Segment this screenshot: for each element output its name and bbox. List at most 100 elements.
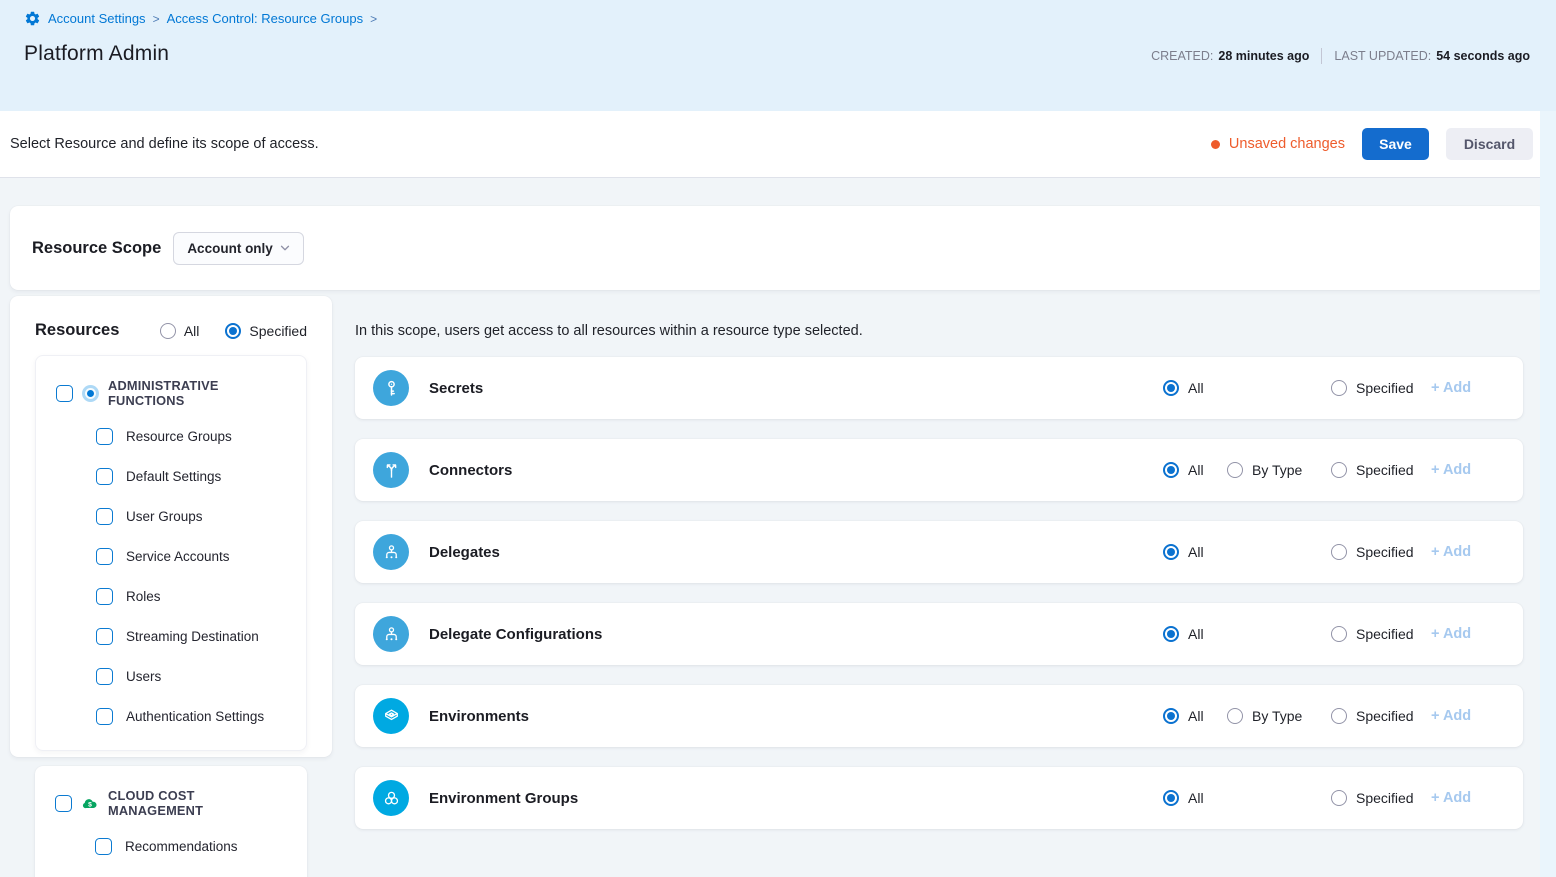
add-link[interactable]: + Add	[1431, 380, 1497, 396]
resource-tree-item: Resource Groups	[96, 416, 286, 456]
action-toolbar: Select Resource and define its scope of …	[0, 111, 1556, 178]
radio-button[interactable]	[1331, 462, 1347, 478]
updated-value: 54 seconds ago	[1436, 49, 1530, 63]
breadcrumb-access-control[interactable]: Access Control: Resource Groups	[167, 11, 364, 26]
breadcrumb-separator: >	[153, 12, 160, 26]
radio-button[interactable]	[1163, 380, 1179, 396]
item-checkbox[interactable]	[96, 548, 113, 565]
scrollbar-track[interactable]	[1540, 111, 1556, 877]
add-link[interactable]: + Add	[1431, 790, 1497, 806]
item-checkbox[interactable]	[96, 428, 113, 445]
environment-group-icon	[373, 780, 409, 816]
option-specified[interactable]: Specified	[1331, 462, 1431, 478]
item-checkbox[interactable]	[96, 588, 113, 605]
radio-button[interactable]	[1331, 708, 1347, 724]
resource-tree-item: Service Accounts	[96, 536, 286, 576]
resource-type-name: Connectors	[429, 462, 512, 479]
option-all[interactable]: All	[1163, 544, 1227, 560]
resource-type-row: Secrets All Specified+ Add	[355, 357, 1523, 419]
radio-button[interactable]	[1227, 462, 1243, 478]
radio-button[interactable]	[1331, 380, 1347, 396]
environment-icon	[373, 698, 409, 734]
radio-button[interactable]	[1163, 708, 1179, 724]
radio-label: All	[1188, 544, 1204, 560]
radio-label: All	[1188, 380, 1204, 396]
resource-scope-label: Resource Scope	[32, 239, 161, 258]
updated-label: LAST UPDATED:	[1334, 49, 1431, 63]
item-checkbox[interactable]	[96, 668, 113, 685]
resource-tree-item: Recommendations	[95, 826, 287, 866]
resource-type-row: Delegate Configurations All Specified+ Add	[355, 603, 1523, 665]
item-checkbox[interactable]	[95, 838, 112, 855]
breadcrumb-account-settings[interactable]: Account Settings	[48, 11, 146, 26]
scope-options: All By Type Specified+ Add	[1163, 462, 1497, 478]
radio-button[interactable]	[1163, 790, 1179, 806]
admin-functions-icon	[82, 385, 99, 402]
option-specified[interactable]: Specified	[1331, 626, 1431, 642]
chevron-down-icon	[278, 241, 292, 255]
meta-divider	[1321, 48, 1322, 64]
radio-button[interactable]	[1163, 462, 1179, 478]
resource-item-label: Recommendations	[125, 839, 238, 854]
radio-button[interactable]	[1331, 626, 1347, 642]
resources-option-specified[interactable]: Specified	[225, 323, 307, 339]
resource-tree-item: Anomalies	[95, 866, 287, 877]
option-all[interactable]: All	[1163, 462, 1227, 478]
option-all[interactable]: All	[1163, 626, 1227, 642]
save-button[interactable]: Save	[1362, 128, 1429, 160]
resource-type-name: Delegate Configurations	[429, 626, 602, 643]
scope-options: All Specified+ Add	[1163, 626, 1497, 642]
resource-tree-item: Streaming Destination	[96, 616, 286, 656]
resource-type-name: Secrets	[429, 380, 483, 397]
option-by-type[interactable]: By Type	[1227, 708, 1331, 724]
add-link[interactable]: + Add	[1431, 544, 1497, 560]
radio-button[interactable]	[1163, 626, 1179, 642]
unsaved-changes-indicator: Unsaved changes	[1211, 136, 1345, 152]
radio-button[interactable]	[1331, 790, 1347, 806]
add-link[interactable]: + Add	[1431, 462, 1497, 478]
cloud-dollar-icon: $	[81, 794, 99, 812]
option-specified[interactable]: Specified	[1331, 380, 1431, 396]
resource-type-row: EnvironmentsAllBy TypeSpecified+ Add	[355, 685, 1523, 747]
resource-item-label: Authentication Settings	[126, 709, 264, 724]
add-link[interactable]: + Add	[1431, 708, 1497, 724]
option-specified[interactable]: Specified	[1331, 790, 1431, 806]
radio-button[interactable]	[1163, 544, 1179, 560]
radio-button[interactable]	[225, 323, 241, 339]
option-by-type[interactable]: By Type	[1227, 462, 1331, 478]
option-specified[interactable]: Specified	[1331, 544, 1431, 560]
radio-button[interactable]	[1331, 544, 1347, 560]
item-checkbox[interactable]	[96, 468, 113, 485]
option-all[interactable]: All	[1163, 790, 1227, 806]
option-all[interactable]: All	[1163, 380, 1227, 396]
radio-label: All	[1188, 708, 1204, 724]
radio-label: Specified	[1356, 544, 1414, 560]
radio-label: All	[1188, 462, 1204, 478]
discard-button[interactable]: Discard	[1446, 128, 1533, 160]
resource-tree-item: Roles	[96, 576, 286, 616]
group-checkbox[interactable]	[56, 385, 73, 402]
resource-group-card: $CLOUD COST MANAGEMENTRecommendationsAno…	[35, 766, 307, 877]
radio-label: Specified	[1356, 708, 1414, 724]
resource-scope-dropdown[interactable]: Account only	[173, 232, 304, 265]
gear-icon	[24, 10, 41, 27]
resource-group-header: ADMINISTRATIVE FUNCTIONS	[56, 378, 286, 408]
group-checkbox[interactable]	[55, 795, 72, 812]
option-all[interactable]: All	[1163, 708, 1227, 724]
radio-button[interactable]	[160, 323, 176, 339]
add-link[interactable]: + Add	[1431, 626, 1497, 642]
resource-item-label: Roles	[126, 589, 161, 604]
resource-type-name: Delegates	[429, 544, 500, 561]
item-checkbox[interactable]	[96, 708, 113, 725]
option-specified[interactable]: Specified	[1331, 708, 1431, 724]
resource-item-label: Resource Groups	[126, 429, 232, 444]
item-checkbox[interactable]	[96, 508, 113, 525]
radio-button[interactable]	[1227, 708, 1243, 724]
radio-label: By Type	[1252, 462, 1302, 478]
resource-item-label: Service Accounts	[126, 549, 230, 564]
resource-tree-item: Authentication Settings	[96, 696, 286, 736]
radio-label: All	[184, 323, 200, 339]
delegate-icon	[373, 534, 409, 570]
item-checkbox[interactable]	[96, 628, 113, 645]
resources-option-all[interactable]: All	[160, 323, 200, 339]
